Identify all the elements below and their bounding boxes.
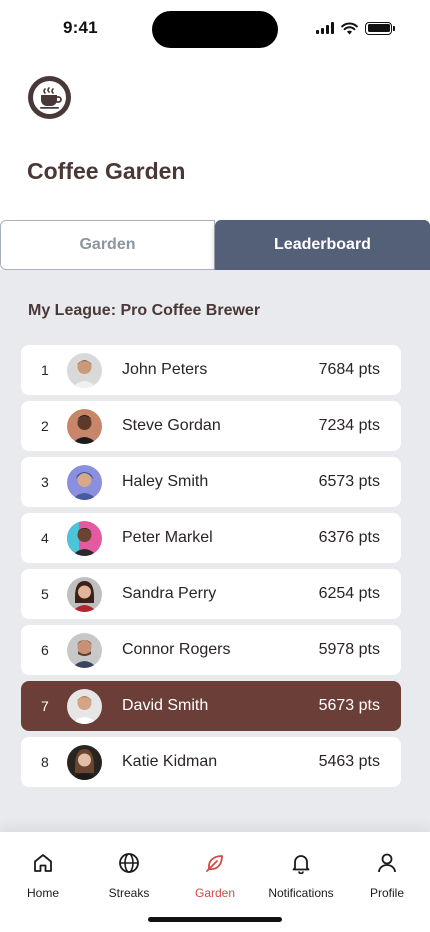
- player-name: John Peters: [122, 361, 208, 378]
- tab-bar: Garden Leaderboard: [0, 220, 430, 270]
- user-icon: [374, 850, 400, 876]
- leaderboard-row[interactable]: 4 Peter Markel 6376 pts: [21, 513, 401, 563]
- rank-number: 6: [41, 642, 49, 658]
- leaderboard-row[interactable]: 1 John Peters 7684 pts: [21, 345, 401, 395]
- status-icons: [316, 20, 395, 36]
- player-points: 5673 pts: [318, 697, 380, 714]
- avatar: [67, 632, 102, 668]
- home-indicator: [148, 917, 282, 922]
- leaderboard-row[interactable]: 3 Haley Smith 6573 pts: [21, 457, 401, 507]
- nav-garden[interactable]: Garden: [172, 850, 258, 900]
- page-title: Coffee Garden: [27, 158, 186, 184]
- player-name: Sandra Perry: [122, 585, 217, 602]
- leaf-icon: [202, 850, 228, 876]
- nav-notifications[interactable]: Notifications: [258, 850, 344, 900]
- rank-number: 2: [41, 418, 49, 434]
- avatar: [67, 408, 102, 444]
- coffee-cup-icon: [28, 76, 71, 119]
- cellular-signal-icon: [316, 22, 334, 34]
- leaderboard-row[interactable]: 5 Sandra Perry 6254 pts: [21, 569, 401, 619]
- player-points: 7684 pts: [318, 361, 380, 378]
- league-title: My League: Pro Coffee Brewer: [28, 302, 261, 319]
- player-name: Connor Rogers: [122, 641, 231, 658]
- leaderboard-row[interactable]: 8 Katie Kidman 5463 pts: [21, 737, 401, 787]
- player-points: 5978 pts: [318, 641, 380, 658]
- bottom-nav: Home Streaks Garden Notifications Profil…: [0, 832, 430, 932]
- nav-label: Streaks: [108, 886, 150, 900]
- player-points: 6376 pts: [318, 529, 380, 546]
- avatar: [67, 744, 102, 780]
- avatar: [67, 576, 102, 612]
- player-points: 7234 pts: [318, 417, 380, 434]
- player-name: David Smith: [122, 697, 209, 714]
- avatar: [67, 352, 102, 388]
- status-bar: 9:41: [0, 0, 430, 56]
- leaderboard-list: 1 John Peters 7684 pts 2 Steve Gordan 72…: [21, 345, 401, 793]
- rank-number: 5: [41, 586, 49, 602]
- nav-profile[interactable]: Profile: [344, 850, 430, 900]
- player-name: Haley Smith: [122, 473, 209, 490]
- nav-streaks[interactable]: Streaks: [86, 850, 172, 900]
- nav-label: Home: [26, 886, 59, 900]
- wifi-icon: [341, 21, 358, 34]
- rank-number: 1: [41, 362, 49, 378]
- leaderboard-row[interactable]: 2 Steve Gordan 7234 pts: [21, 401, 401, 451]
- dynamic-island: [152, 11, 278, 48]
- rank-number: 4: [41, 530, 49, 546]
- nav-home[interactable]: Home: [0, 850, 86, 900]
- player-name: Peter Markel: [122, 529, 213, 546]
- player-points: 6254 pts: [318, 585, 380, 602]
- nav-label: Garden: [194, 886, 236, 900]
- leaderboard-row-current-user[interactable]: 7 David Smith 5673 pts: [21, 681, 401, 731]
- rank-number: 7: [41, 698, 49, 714]
- tab-garden[interactable]: Garden: [0, 220, 215, 270]
- battery-icon: [365, 21, 395, 35]
- home-icon: [30, 850, 56, 876]
- player-name: Katie Kidman: [122, 753, 218, 770]
- player-name: Steve Gordan: [122, 417, 221, 434]
- avatar: [67, 464, 102, 500]
- bell-icon: [288, 850, 314, 876]
- globe-icon: [116, 850, 142, 876]
- leaderboard-panel: My League: Pro Coffee Brewer 1 John Pete…: [0, 270, 430, 832]
- tab-leaderboard[interactable]: Leaderboard: [215, 220, 430, 270]
- nav-label: Profile: [369, 886, 404, 900]
- player-points: 6573 pts: [318, 473, 380, 490]
- nav-label: Notifications: [268, 886, 334, 900]
- avatar: [67, 520, 102, 556]
- rank-number: 3: [41, 474, 49, 490]
- leaderboard-row[interactable]: 6 Connor Rogers 5978 pts: [21, 625, 401, 675]
- player-points: 5463 pts: [318, 753, 380, 770]
- rank-number: 8: [41, 754, 49, 770]
- status-time: 9:41: [63, 18, 98, 37]
- header: Coffee Garden: [0, 56, 430, 220]
- avatar: [67, 688, 102, 724]
